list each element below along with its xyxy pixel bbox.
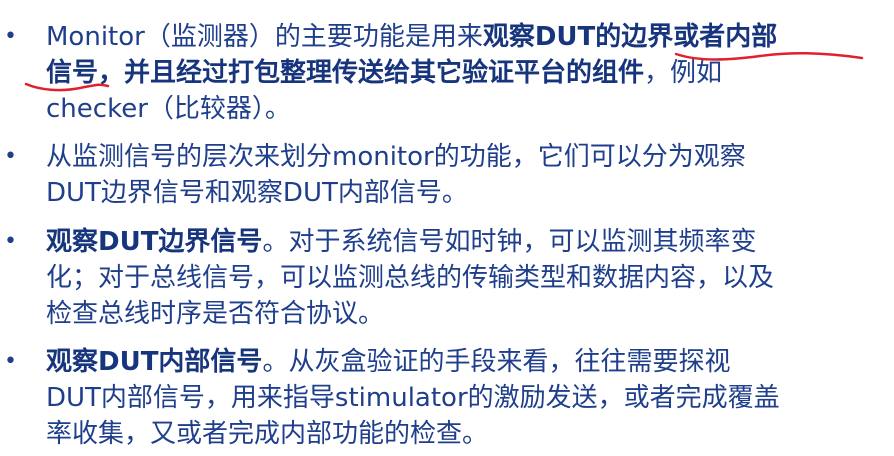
slide-content: • Monitor（监测器）的主要功能是用来观察DUT的边界或者内部 信号，并且… xyxy=(0,0,894,456)
text-line: 化；对于总线信号，可以监测总线的传输类型和数据内容，以及 xyxy=(46,260,878,296)
text-run: ，例如 xyxy=(644,58,723,88)
text-line: 从监测信号的层次来划分monitor的功能，它们可以分为观察 xyxy=(46,139,878,175)
text-run: 检查总线时序是否符合协议。 xyxy=(46,299,385,329)
text-line: DUT边界信号和观察DUT内部信号。 xyxy=(46,175,878,211)
bullet-text: 从监测信号的层次来划分monitor的功能，它们可以分为观察 DUT边界信号和观… xyxy=(46,139,878,211)
bullet-marker: • xyxy=(4,144,17,169)
bullet-marker: • xyxy=(4,24,17,49)
bullet-marker: • xyxy=(4,349,17,374)
text-line: 观察DUT内部信号。从灰盒验证的手段来看，往往需要探视 xyxy=(46,344,878,380)
text-line: 检查总线时序是否符合协议。 xyxy=(46,296,878,332)
text-run: DUT内部信号，用来指导stimulator的激励发送，或者完成覆盖 xyxy=(46,383,780,413)
bold-text-run: 观察DUT的边界或者内部 xyxy=(482,22,778,52)
text-line: 率收集，又或者完成内部功能的检查。 xyxy=(46,416,878,452)
text-run: DUT边界信号和观察DUT内部信号。 xyxy=(46,178,468,208)
bullet-marker: • xyxy=(4,229,17,254)
bold-text-run: 观察DUT边界信号 xyxy=(46,227,263,257)
text-line: Monitor（监测器）的主要功能是用来观察DUT的边界或者内部 xyxy=(46,19,878,55)
bullet-item-3: • 观察DUT边界信号。对于系统信号如时钟，可以监测其频率变 化；对于总线信号，… xyxy=(0,224,894,332)
text-line: 观察DUT边界信号。对于系统信号如时钟，可以监测其频率变 xyxy=(46,224,878,260)
bold-text-run: 信号，并且经过打包整理传送给其它验证平台的组件 xyxy=(46,58,645,88)
bullet-text: 观察DUT边界信号。对于系统信号如时钟，可以监测其频率变 化；对于总线信号，可以… xyxy=(46,224,878,332)
text-line: checker（比较器）。 xyxy=(46,91,878,127)
text-run: 。对于系统信号如时钟，可以监测其频率变 xyxy=(262,227,757,257)
bullet-item-4: • 观察DUT内部信号。从灰盒验证的手段来看，往往需要探视 DUT内部信号，用来… xyxy=(0,344,894,452)
text-run: 率收集，又或者完成内部功能的检查。 xyxy=(46,419,489,449)
text-run: checker（比较器）。 xyxy=(46,94,291,124)
text-line: DUT内部信号，用来指导stimulator的激励发送，或者完成覆盖 xyxy=(46,380,878,416)
text-run: 。从灰盒验证的手段来看，往往需要探视 xyxy=(262,347,731,377)
bullet-item-2: • 从监测信号的层次来划分monitor的功能，它们可以分为观察 DUT边界信号… xyxy=(0,139,894,211)
text-run: 化；对于总线信号，可以监测总线的传输类型和数据内容，以及 xyxy=(46,263,775,293)
bullet-text: 观察DUT内部信号。从灰盒验证的手段来看，往往需要探视 DUT内部信号，用来指导… xyxy=(46,344,878,452)
bullet-item-1: • Monitor（监测器）的主要功能是用来观察DUT的边界或者内部 信号，并且… xyxy=(0,19,894,127)
bullet-text: Monitor（监测器）的主要功能是用来观察DUT的边界或者内部 信号，并且经过… xyxy=(46,19,878,127)
text-run: 从监测信号的层次来划分monitor的功能，它们可以分为观察 xyxy=(46,142,746,172)
text-line: 信号，并且经过打包整理传送给其它验证平台的组件，例如 xyxy=(46,55,878,91)
text-run: Monitor（监测器）的主要功能是用来 xyxy=(46,22,483,52)
bold-text-run: 观察DUT内部信号 xyxy=(46,347,263,377)
